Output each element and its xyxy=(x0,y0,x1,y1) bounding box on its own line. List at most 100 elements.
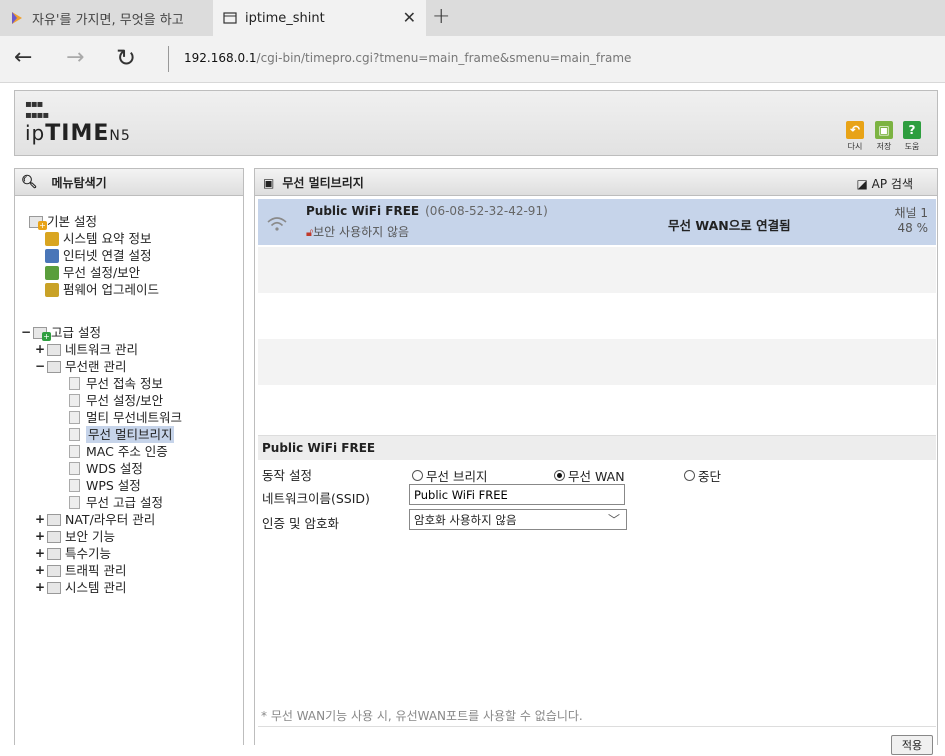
tree-label: 보안 기능 xyxy=(65,529,115,544)
iptime-logo: ipTIMEN5 xyxy=(25,121,131,146)
tree-basic-settings[interactable]: + 기본 설정 xyxy=(21,213,182,230)
expand-icon[interactable]: + xyxy=(35,341,47,358)
expand-icon[interactable]: + xyxy=(35,545,47,562)
back-arrow-icon[interactable]: ← xyxy=(14,46,32,70)
ap-ssid: Public WiFi FREE xyxy=(306,204,420,218)
tree-item-firmware[interactable]: 펌웨어 업그레이드 xyxy=(21,281,182,298)
form-section-header: Public WiFi FREE xyxy=(258,435,936,460)
help-label: 도움 xyxy=(904,142,920,151)
help-button[interactable]: ? 도움 xyxy=(902,121,922,152)
collapse-icon[interactable]: − xyxy=(21,324,33,341)
ap-search-button[interactable]: ◪ AP 검색 xyxy=(856,175,913,192)
undo-button[interactable]: ↶ 다시 xyxy=(845,121,865,152)
tree-network-management[interactable]: + 네트워크 관리 xyxy=(21,341,182,358)
save-icon: ▣ xyxy=(875,121,893,139)
site-favicon-icon xyxy=(12,12,22,24)
browser-tab-title: 자유'를 가지면, 무엇을 하고 xyxy=(32,12,184,28)
url-path: /cgi-bin/timepro.cgi?tmenu=main_frame&sm… xyxy=(256,51,632,65)
ap-name: Public WiFi FREE (06-08-52-32-42-91) xyxy=(306,204,548,218)
tree-label: 멀티 무선네트워크 xyxy=(86,410,182,425)
wireless-icon xyxy=(45,265,59,280)
tree-item-multi-bridge[interactable]: 무선 멀티브리지 xyxy=(21,426,182,443)
tree-traffic[interactable]: + 트래픽 관리 xyxy=(21,562,182,579)
tree-label: 시스템 요약 정보 xyxy=(63,231,152,246)
forward-arrow-icon[interactable]: → xyxy=(66,46,84,70)
tree-label: 시스템 관리 xyxy=(65,580,127,595)
tree-label-selected: 무선 멀티브리지 xyxy=(86,426,175,443)
grid-dots-icon: ▪▪▪ ▪▪▪▪ xyxy=(25,99,49,121)
address-bar: ← → ↻ 192.168.0.1/cgi-bin/timepro.cgi?tm… xyxy=(0,36,945,83)
tree-label: 무선 고급 설정 xyxy=(86,495,163,510)
apply-button[interactable]: 적용 xyxy=(891,735,933,755)
mode-label: 동작 설정 xyxy=(262,468,312,483)
tree-advanced-settings[interactable]: − + 고급 설정 xyxy=(21,324,182,341)
search-square-icon: ◪ xyxy=(856,177,868,191)
browser-tab-1[interactable]: 자유'를 가지면, 무엇을 하고 xyxy=(0,0,213,36)
tree-label: 고급 설정 xyxy=(51,325,101,340)
save-label: 저장 xyxy=(876,142,892,151)
ap-list-empty-row xyxy=(258,339,936,385)
page-title: 무선 멀티브리지 xyxy=(282,176,364,190)
mode-wan-radio[interactable]: 무선 WAN xyxy=(554,466,625,485)
url-field[interactable]: 192.168.0.1/cgi-bin/timepro.cgi?tmenu=ma… xyxy=(184,51,631,65)
tree-item-system-summary[interactable]: 시스템 요약 정보 xyxy=(21,230,182,247)
tree-system[interactable]: + 시스템 관리 xyxy=(21,579,182,596)
auth-label: 인증 및 암호화 xyxy=(262,516,339,531)
radio-label: 중단 xyxy=(698,469,722,484)
panel-title: ▣ 무선 멀티브리지 xyxy=(263,174,364,191)
tree-wlan-management[interactable]: − 무선랜 관리 xyxy=(21,358,182,375)
system-folder-icon xyxy=(47,581,61,594)
browser-tab-2[interactable]: iptime_shint ✕ xyxy=(213,0,426,36)
radio-circle xyxy=(412,470,423,481)
ap-list-row[interactable]: Public WiFi FREE (06-08-52-32-42-91) 🔓︎보안… xyxy=(258,199,936,245)
close-tab-icon[interactable]: ✕ xyxy=(403,8,416,27)
page-icon xyxy=(69,445,80,458)
monitor-icon xyxy=(45,248,59,263)
tree-item-wireless-settings[interactable]: 무선 설정/보안 xyxy=(21,392,182,409)
divider xyxy=(168,46,169,72)
collapse-icon[interactable]: − xyxy=(35,358,47,375)
tree-label: 특수기능 xyxy=(65,546,112,561)
window-icon: ▣ xyxy=(263,176,275,190)
auth-select[interactable]: 암호화 사용하지 않음 ﹀ xyxy=(409,509,627,530)
tree-nat-router[interactable]: + NAT/라우터 관리 xyxy=(21,511,182,528)
tree-item-internet-setup[interactable]: 인터넷 연결 설정 xyxy=(21,247,182,264)
tree-label: 인터넷 연결 설정 xyxy=(63,248,152,263)
expand-icon[interactable]: + xyxy=(35,511,47,528)
tree-item-multi-ssid[interactable]: 멀티 무선네트워크 xyxy=(21,409,182,426)
tree-item-wps[interactable]: WPS 설정 xyxy=(21,477,182,494)
tree-special[interactable]: + 특수기능 xyxy=(21,545,182,562)
menu-explorer-header: 🔍︎ 메뉴탐색기 xyxy=(15,169,243,196)
tree-label: WPS 설정 xyxy=(86,478,141,493)
new-tab-icon[interactable]: + xyxy=(432,4,450,29)
mode-bridge-radio[interactable]: 무선 브리지 xyxy=(412,466,487,485)
expand-icon[interactable]: + xyxy=(35,562,47,579)
tree-label: 기본 설정 xyxy=(47,214,97,229)
tree-label: 무선 설정/보안 xyxy=(86,393,164,408)
page-icon xyxy=(69,428,80,441)
wifi-signal-icon xyxy=(267,217,287,231)
page-icon xyxy=(69,411,80,424)
tree-item-mac-auth[interactable]: MAC 주소 인증 xyxy=(21,443,182,460)
tree-item-wireless-security[interactable]: 무선 설정/보안 xyxy=(21,264,182,281)
tree-label: 무선 설정/보안 xyxy=(63,265,141,280)
folder-icon: + xyxy=(29,215,47,230)
multibridge-header: ▣ 무선 멀티브리지 ◪ AP 검색 xyxy=(255,169,937,196)
tree-security[interactable]: + 보안 기능 xyxy=(21,528,182,545)
save-button[interactable]: ▣ 저장 xyxy=(874,121,894,152)
lock-folder-icon xyxy=(47,530,61,543)
expand-icon[interactable]: + xyxy=(35,528,47,545)
ssid-input[interactable] xyxy=(409,484,625,505)
ap-list-empty-row xyxy=(258,293,936,339)
expand-icon[interactable]: + xyxy=(35,579,47,596)
tree-label: 펌웨어 업그레이드 xyxy=(63,282,159,297)
refresh-icon[interactable]: ↻ xyxy=(116,46,136,70)
tree-label: 트래픽 관리 xyxy=(65,563,127,578)
page-icon xyxy=(223,12,237,24)
tree-item-wireless-info[interactable]: 무선 접속 정보 xyxy=(21,375,182,392)
wireless-folder-icon xyxy=(47,360,61,373)
tree-item-wireless-advanced[interactable]: 무선 고급 설정 xyxy=(21,494,182,511)
tree-item-wds[interactable]: WDS 설정 xyxy=(21,460,182,477)
logo-prefix: ip xyxy=(25,121,46,145)
mode-stop-radio[interactable]: 중단 xyxy=(684,466,721,485)
